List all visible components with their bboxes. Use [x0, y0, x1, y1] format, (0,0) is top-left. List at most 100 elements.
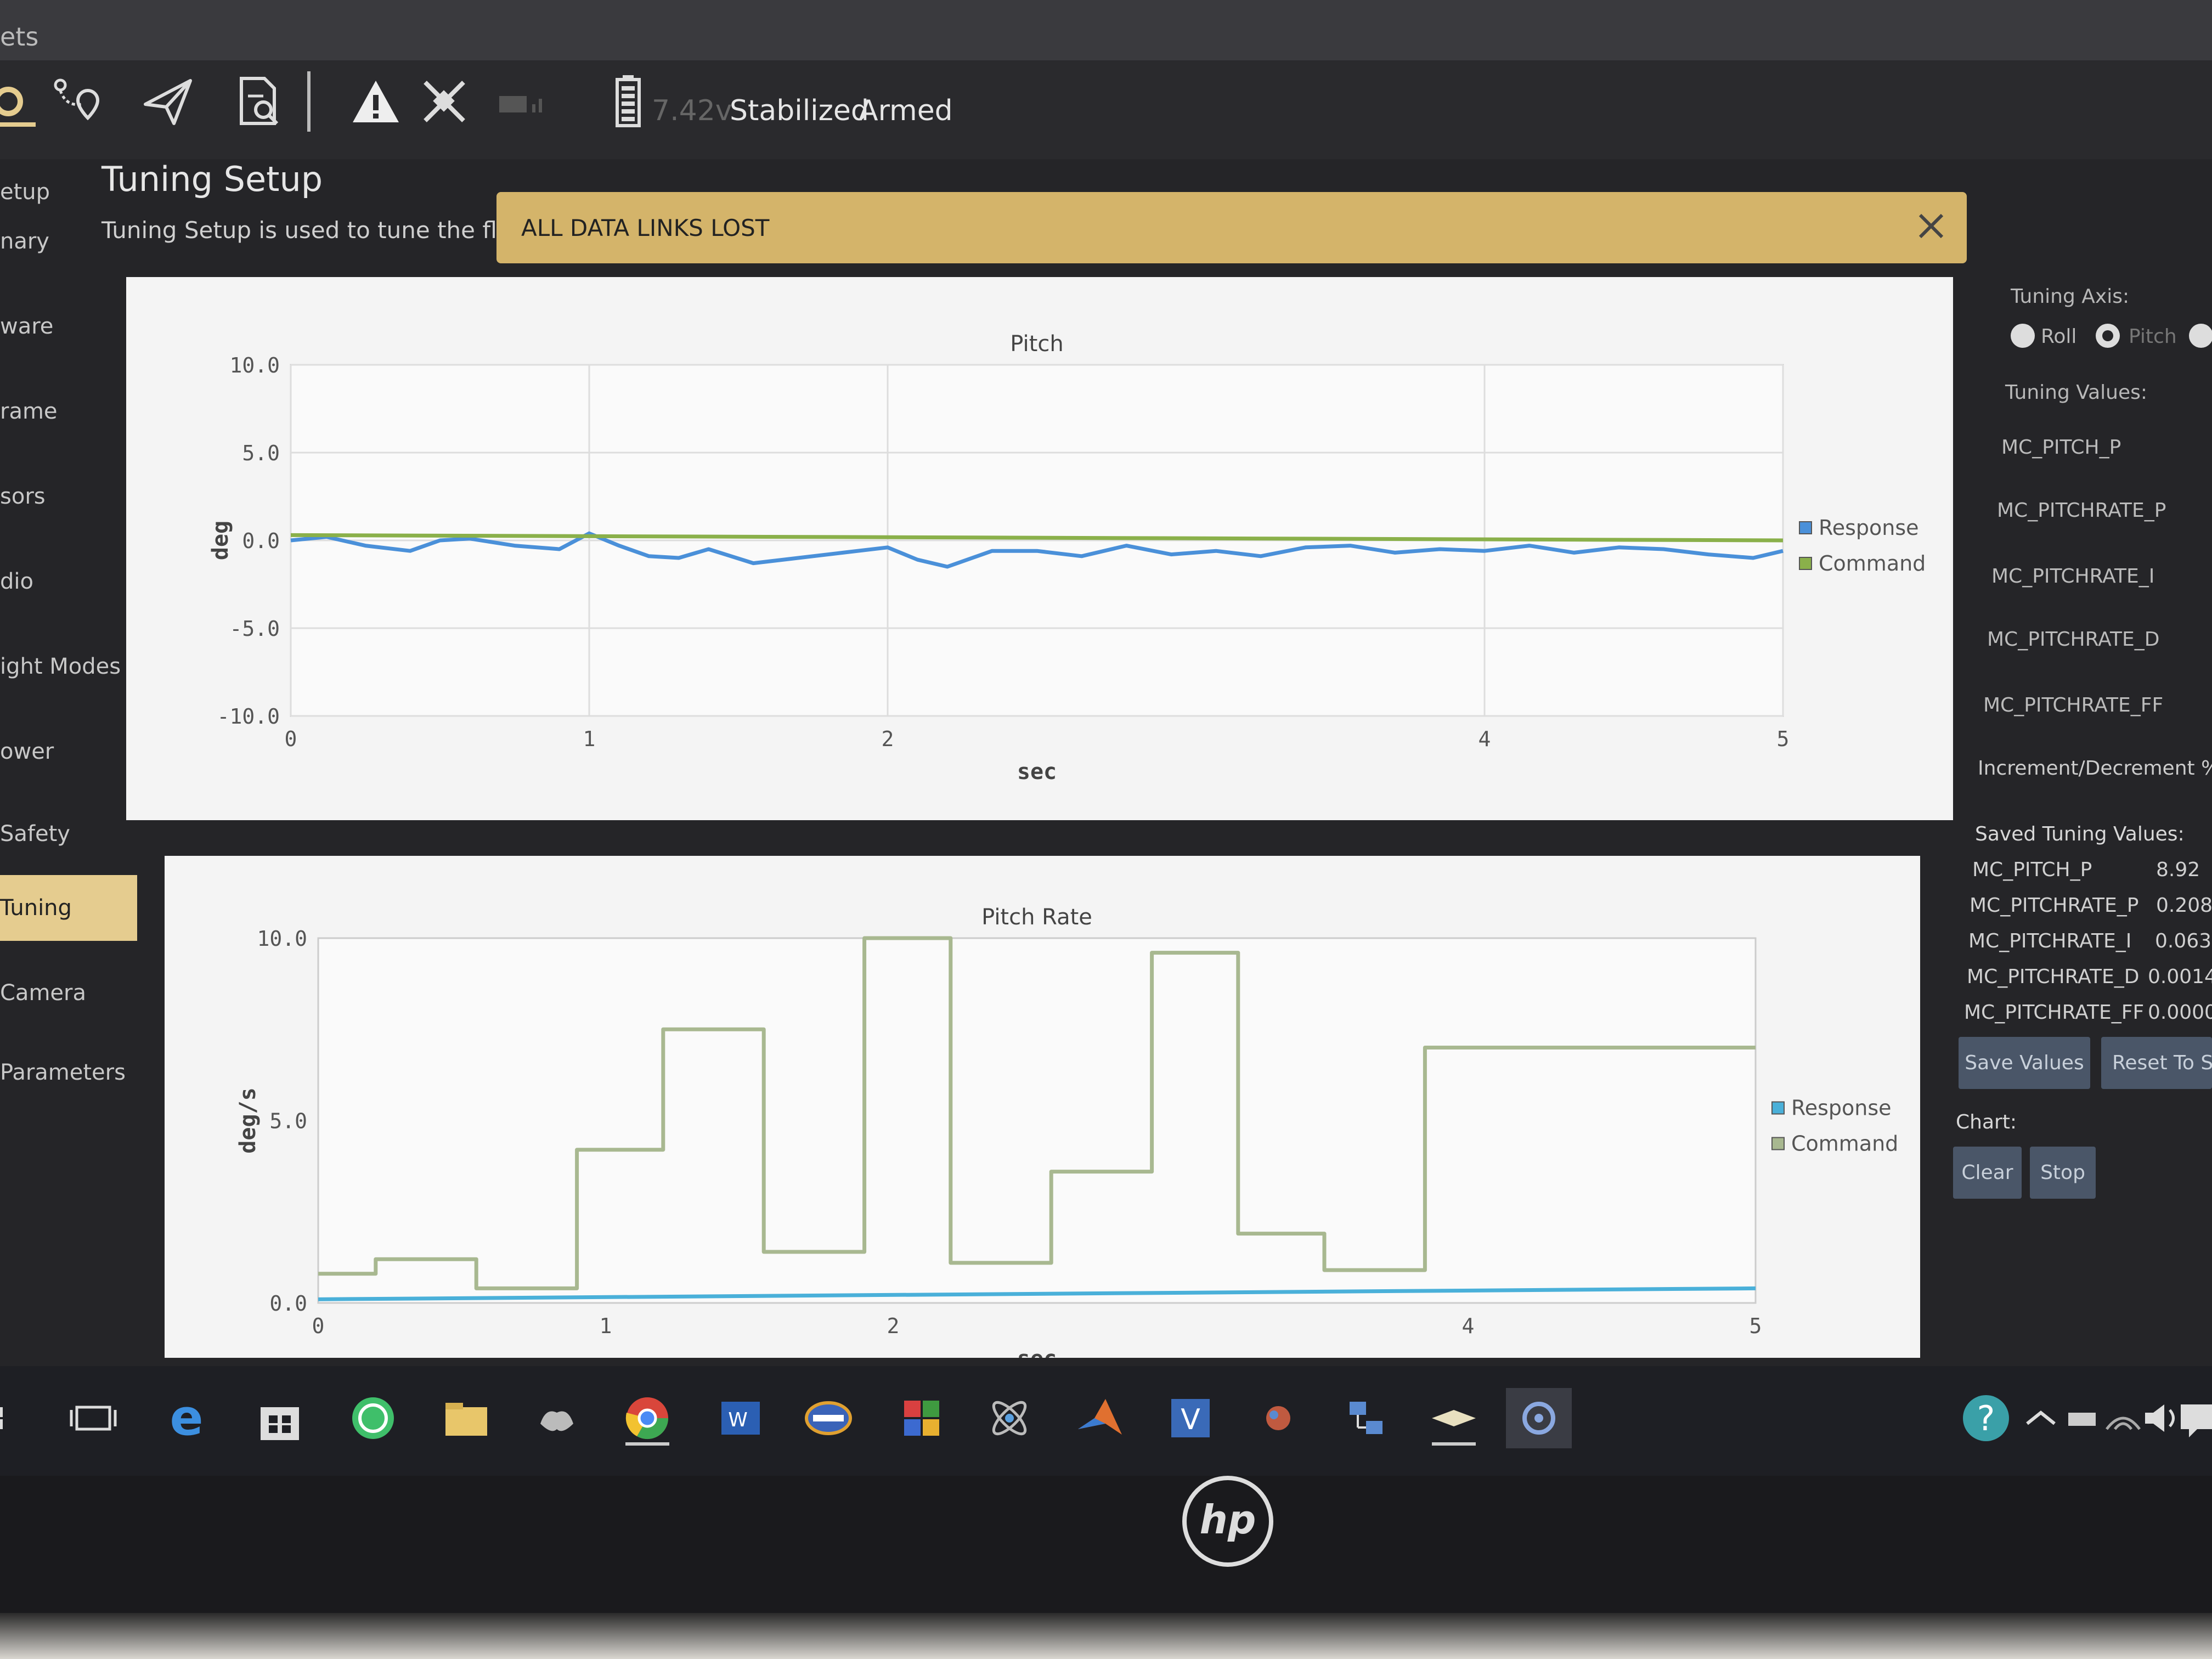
param-mc-pitchrate-i[interactable]: MC_PITCHRATE_I: [1991, 565, 2154, 588]
sidebar-item-power[interactable]: ower: [0, 719, 137, 785]
start-icon[interactable]: [0, 1388, 44, 1448]
app-atom-icon[interactable]: [977, 1388, 1042, 1448]
param-mc-pitchrate-ff[interactable]: MC_PITCHRATE_FF: [1983, 694, 2163, 716]
notifications-icon[interactable]: [2164, 1388, 2212, 1448]
chart-title: Pitch Rate: [981, 905, 1092, 930]
roll-radio-label: Roll: [2041, 325, 2077, 348]
saved-value-pitchrate-d: 0.0014: [2148, 966, 2212, 988]
svg-text:e: e: [170, 1391, 203, 1446]
legend-swatch: [1799, 521, 1812, 534]
store-icon[interactable]: [247, 1388, 313, 1448]
x-tick-label: 4: [1462, 1314, 1475, 1338]
roll-radio[interactable]: [2011, 324, 2035, 348]
network-app-icon[interactable]: [1333, 1388, 1399, 1448]
laptop-bezel-edge: [0, 1613, 2212, 1659]
x-tick-label: 0: [312, 1314, 325, 1338]
saved-value-pitchrate-ff: 0.0000: [2148, 1001, 2212, 1024]
battery-voltage[interactable]: 7.42v: [652, 94, 732, 127]
gear-icon[interactable]: [0, 71, 38, 132]
sidebar-item-tuning[interactable]: Tuning: [0, 875, 137, 941]
sidebar-item-label: Tuning: [0, 895, 72, 921]
screen: ets 7.42v Stabilized Armed etup nary war…: [0, 0, 2212, 1476]
fly-paper-plane-icon[interactable]: [137, 71, 198, 132]
app-hands-icon[interactable]: [524, 1388, 590, 1448]
app-book-icon[interactable]: [1421, 1388, 1487, 1448]
param-mc-pitch-p[interactable]: MC_PITCH_P: [2001, 436, 2121, 459]
yaw-radio[interactable]: [2189, 324, 2212, 348]
y-tick-label: -5.0: [229, 617, 280, 641]
sidebar-item-label: ware: [0, 314, 54, 339]
battery-icon[interactable]: [598, 71, 658, 132]
legend-swatch: [1771, 1137, 1785, 1150]
toolbar-separator: [307, 71, 311, 132]
legend-entry: Command: [1791, 1132, 1898, 1156]
tuning-axis-label: Tuning Axis:: [2011, 285, 2130, 308]
pitch-radio[interactable]: [2096, 324, 2120, 348]
app-oval-icon[interactable]: [795, 1388, 861, 1448]
flight-mode-indicator[interactable]: Stabilized: [730, 94, 869, 127]
analyze-document-icon[interactable]: [228, 71, 288, 132]
x-tick-label: 1: [600, 1314, 612, 1338]
app-colorful-icon[interactable]: [1245, 1388, 1311, 1448]
sidebar-item-firmware[interactable]: ware: [0, 294, 137, 359]
save-values-button[interactable]: Save Values: [1959, 1037, 2090, 1089]
sidebar-item-radio[interactable]: dio: [0, 549, 137, 614]
param-mc-pitchrate-d[interactable]: MC_PITCHRATE_D: [1987, 628, 2159, 651]
x-tick-label: 2: [887, 1314, 900, 1338]
window-title-fragment: ets: [0, 22, 39, 52]
pitch-chart-svg: 10.0 5.0 0.0 -5.0 -10.00 1 2 4 5 Pitch sec deg Respo…: [208, 331, 1926, 785]
whatsapp-icon[interactable]: [340, 1388, 406, 1448]
y-axis-label: deg: [208, 521, 233, 560]
rc-signal-icon[interactable]: [491, 71, 551, 132]
warning-icon[interactable]: [346, 71, 406, 132]
sidebar-item-camera[interactable]: Camera: [0, 960, 137, 1026]
sidebar-item-label: Camera: [0, 980, 86, 1006]
matlab-icon[interactable]: [1067, 1388, 1133, 1448]
x-tick-label: 0: [285, 727, 297, 751]
clear-chart-button[interactable]: Clear: [1953, 1147, 2022, 1199]
sidebar-item-label: dio: [0, 569, 33, 594]
y-tick-label: 0.0: [242, 529, 280, 553]
y-tick-label: 0.0: [269, 1291, 307, 1316]
qgroundcontrol-icon[interactable]: [1506, 1388, 1572, 1448]
sidebar: etup nary ware rame sors dio ight Modes …: [0, 159, 137, 1361]
y-tick-label: 10.0: [257, 927, 307, 951]
app-v-icon[interactable]: V: [1158, 1388, 1223, 1448]
stop-chart-button[interactable]: Stop: [2030, 1147, 2096, 1199]
svg-text:hp: hp: [1200, 1497, 1256, 1543]
sidebar-item-parameters[interactable]: Parameters: [0, 1040, 137, 1105]
sidebar-item-label: etup: [0, 179, 50, 205]
plot-area: [317, 937, 1757, 1304]
sidebar-item-label: nary: [0, 229, 49, 254]
word-icon[interactable]: W: [708, 1388, 774, 1448]
chrome-icon[interactable]: [614, 1388, 680, 1448]
sidebar-item-label: Safety: [0, 821, 70, 847]
task-view-icon[interactable]: [60, 1388, 126, 1448]
reset-to-saved-button[interactable]: Reset To Sa: [2101, 1037, 2212, 1089]
app-blocks-icon[interactable]: [889, 1388, 955, 1448]
sidebar-item-safety[interactable]: Safety: [0, 801, 137, 867]
sidebar-item-flight-modes[interactable]: ight Modes: [0, 634, 137, 699]
y-axis-label: deg/s: [235, 1087, 261, 1153]
pitch-chart: 10.0 5.0 0.0 -5.0 -10.0 0 1 2 4 5 Pitch sec deg Respo…: [126, 277, 1953, 820]
sidebar-item-label: sors: [0, 484, 46, 509]
file-explorer-icon[interactable]: [433, 1388, 499, 1448]
y-tick-label: 5.0: [242, 441, 280, 465]
arm-state-indicator[interactable]: Armed: [859, 94, 953, 127]
sidebar-item-airframe[interactable]: rame: [0, 379, 137, 444]
increment-label: Increment/Decrement %: [1978, 757, 2212, 780]
x-tick-label: 2: [882, 727, 894, 751]
edge-browser-icon[interactable]: e: [154, 1388, 219, 1448]
param-mc-pitchrate-p[interactable]: MC_PITCHRATE_P: [1997, 499, 2166, 522]
sidebar-item-label: ight Modes: [0, 654, 121, 679]
x-axis-label: sec: [1017, 1346, 1057, 1358]
y-tick-label: 5.0: [269, 1109, 307, 1133]
sidebar-item-label: rame: [0, 399, 58, 424]
gps-off-icon[interactable]: [414, 71, 475, 132]
sidebar-item-sensors[interactable]: sors: [0, 464, 137, 529]
plan-route-icon[interactable]: [47, 71, 107, 132]
x-tick-label: 4: [1479, 727, 1491, 751]
close-icon[interactable]: [1909, 204, 1953, 248]
hp-logo-mark: hp: [1200, 1497, 1256, 1543]
saved-name-pitchrate-ff: MC_PITCHRATE_FF: [1964, 1001, 2145, 1024]
